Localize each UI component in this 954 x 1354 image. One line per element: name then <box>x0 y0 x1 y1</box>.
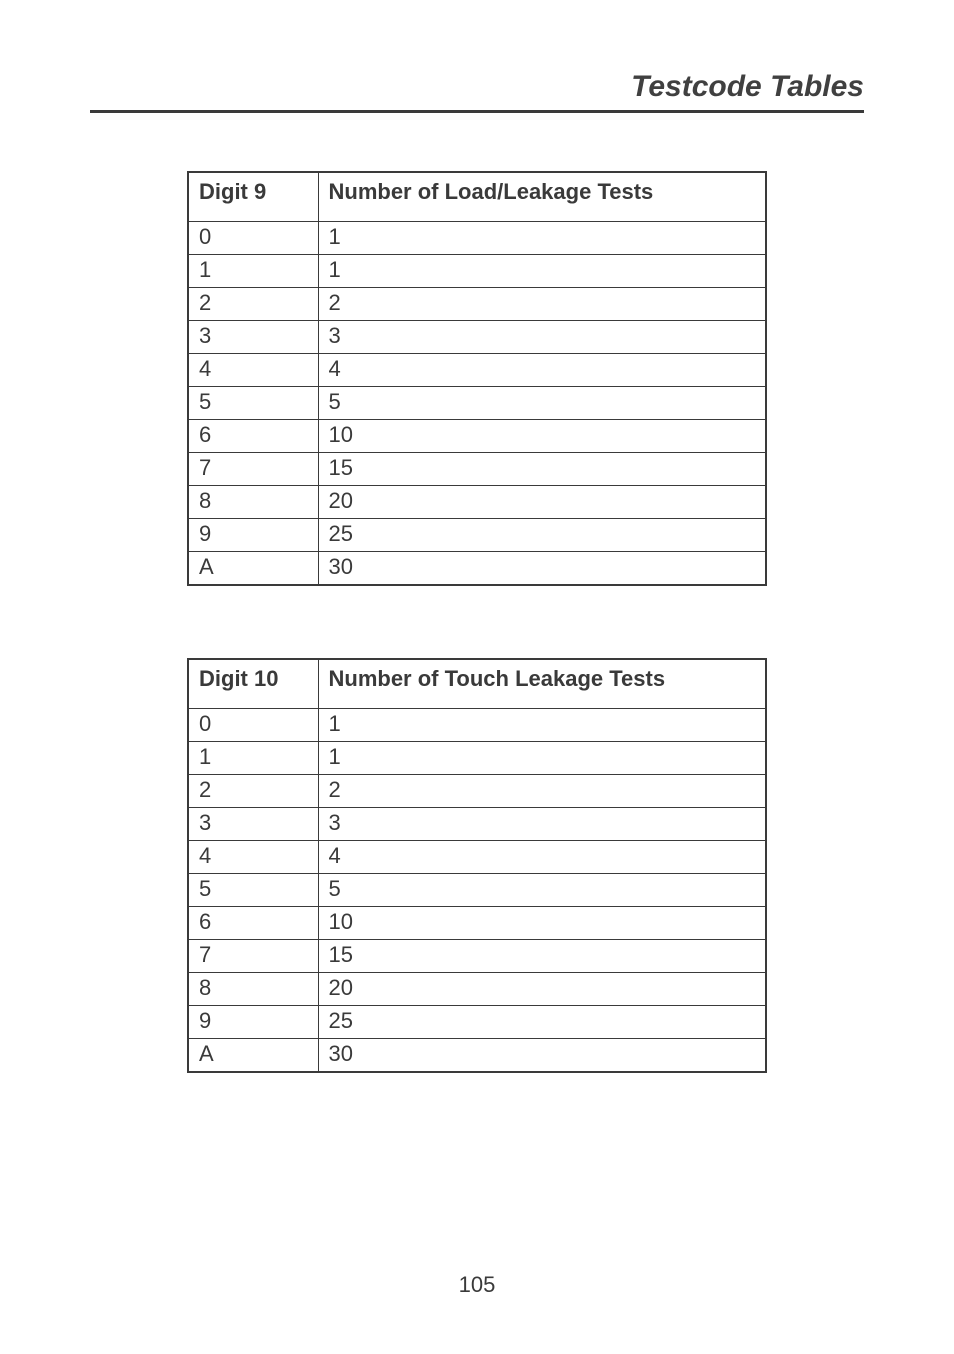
cell-digit: 6 <box>188 420 318 453</box>
table-header-row: Digit 9 Number of Load/Leakage Tests <box>188 172 766 222</box>
cell-value: 4 <box>318 354 766 387</box>
table-row: 22 <box>188 775 766 808</box>
table-row: 33 <box>188 321 766 354</box>
cell-value: 1 <box>318 255 766 288</box>
cell-value: 4 <box>318 841 766 874</box>
cell-value: 10 <box>318 907 766 940</box>
cell-digit: 2 <box>188 775 318 808</box>
cell-value: 15 <box>318 940 766 973</box>
cell-value: 10 <box>318 420 766 453</box>
cell-value: 3 <box>318 321 766 354</box>
cell-digit: A <box>188 552 318 586</box>
table-row: 925 <box>188 519 766 552</box>
cell-value: 20 <box>318 973 766 1006</box>
cell-value: 30 <box>318 1039 766 1073</box>
col-header-digit: Digit 9 <box>188 172 318 222</box>
table-row: 01 <box>188 709 766 742</box>
cell-digit: 4 <box>188 354 318 387</box>
cell-value: 2 <box>318 775 766 808</box>
cell-digit: 1 <box>188 742 318 775</box>
header-divider <box>90 110 864 113</box>
cell-value: 25 <box>318 519 766 552</box>
cell-digit: 2 <box>188 288 318 321</box>
page: Testcode Tables Digit 9 Number of Load/L… <box>0 0 954 1354</box>
tables-container: Digit 9 Number of Load/Leakage Tests 01 … <box>90 171 864 1073</box>
table-row: 11 <box>188 255 766 288</box>
cell-digit: 0 <box>188 222 318 255</box>
table-row: 610 <box>188 420 766 453</box>
table-digit-10: Digit 10 Number of Touch Leakage Tests 0… <box>187 658 767 1073</box>
cell-digit: 9 <box>188 519 318 552</box>
cell-value: 25 <box>318 1006 766 1039</box>
cell-digit: 3 <box>188 321 318 354</box>
table-header-row: Digit 10 Number of Touch Leakage Tests <box>188 659 766 709</box>
cell-digit: 0 <box>188 709 318 742</box>
cell-value: 15 <box>318 453 766 486</box>
cell-value: 5 <box>318 387 766 420</box>
col-header-value: Number of Touch Leakage Tests <box>318 659 766 709</box>
cell-digit: 7 <box>188 940 318 973</box>
table-row: 715 <box>188 940 766 973</box>
table-row: 715 <box>188 453 766 486</box>
cell-digit: 4 <box>188 841 318 874</box>
table-row: 01 <box>188 222 766 255</box>
table-row: 820 <box>188 486 766 519</box>
cell-value: 5 <box>318 874 766 907</box>
cell-digit: 7 <box>188 453 318 486</box>
cell-digit: 6 <box>188 907 318 940</box>
table-row: 44 <box>188 354 766 387</box>
cell-value: 2 <box>318 288 766 321</box>
table-row: 33 <box>188 808 766 841</box>
table-row: A30 <box>188 1039 766 1073</box>
cell-digit: 5 <box>188 387 318 420</box>
table-row: 11 <box>188 742 766 775</box>
cell-value: 20 <box>318 486 766 519</box>
table-row: 22 <box>188 288 766 321</box>
cell-digit: 8 <box>188 973 318 1006</box>
cell-value: 1 <box>318 709 766 742</box>
table-digit-9: Digit 9 Number of Load/Leakage Tests 01 … <box>187 171 767 586</box>
cell-digit: 1 <box>188 255 318 288</box>
cell-value: 3 <box>318 808 766 841</box>
table-row: 55 <box>188 387 766 420</box>
cell-digit: A <box>188 1039 318 1073</box>
cell-value: 1 <box>318 742 766 775</box>
table-row: 610 <box>188 907 766 940</box>
table-row: 925 <box>188 1006 766 1039</box>
cell-value: 30 <box>318 552 766 586</box>
page-number: 105 <box>0 1272 954 1298</box>
table-row: 820 <box>188 973 766 1006</box>
cell-digit: 8 <box>188 486 318 519</box>
table-row: 44 <box>188 841 766 874</box>
cell-digit: 3 <box>188 808 318 841</box>
cell-digit: 5 <box>188 874 318 907</box>
table-row: A30 <box>188 552 766 586</box>
col-header-value: Number of Load/Leakage Tests <box>318 172 766 222</box>
cell-digit: 9 <box>188 1006 318 1039</box>
cell-value: 1 <box>318 222 766 255</box>
table-row: 55 <box>188 874 766 907</box>
page-title: Testcode Tables <box>90 70 864 110</box>
col-header-digit: Digit 10 <box>188 659 318 709</box>
